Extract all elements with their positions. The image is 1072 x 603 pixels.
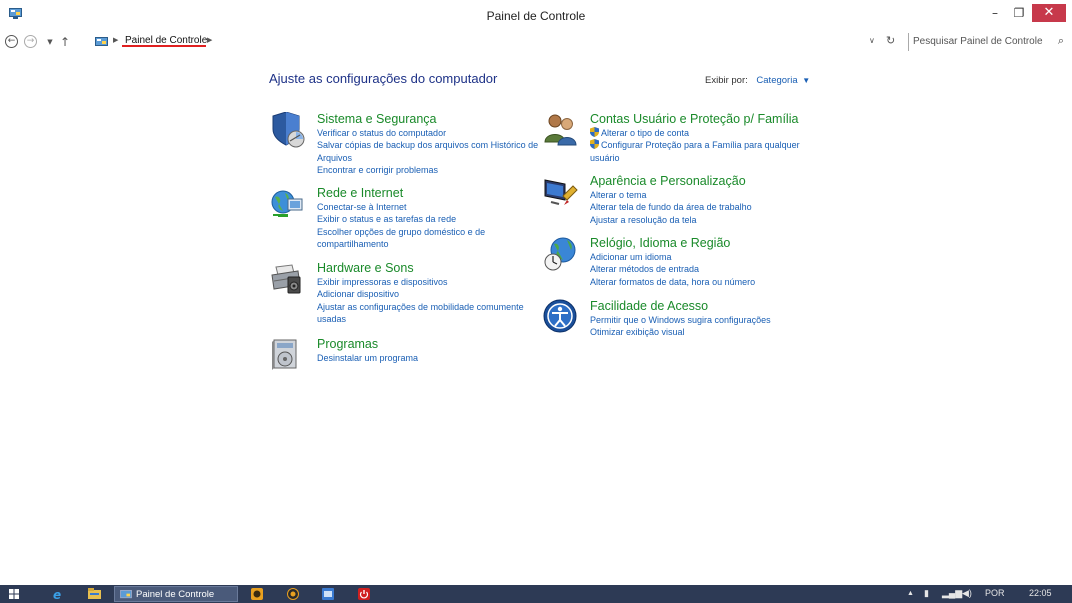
- app-icon[interactable]: [322, 588, 334, 600]
- category-title[interactable]: Relógio, Idioma e Região: [590, 236, 730, 250]
- taskbar-control-panel[interactable]: Painel de Controle: [114, 586, 238, 602]
- category-title[interactable]: Programas: [317, 337, 378, 351]
- view-by: Exibir por: Categoria ▼: [705, 75, 810, 86]
- language-indicator[interactable]: POR: [985, 588, 1005, 598]
- category-link[interactable]: Adicionar um idioma: [590, 251, 820, 263]
- title-bar: Painel de Controle – ❐ ✕: [0, 0, 1072, 28]
- back-button[interactable]: ←: [5, 35, 18, 48]
- programs-icon[interactable]: [270, 337, 306, 373]
- category-link[interactable]: Escolher opções de grupo doméstico e de …: [317, 226, 547, 251]
- category-link[interactable]: Exibir o status e as tarefas da rede: [317, 213, 547, 225]
- category-link[interactable]: Alterar formatos de data, hora ou número: [590, 276, 820, 288]
- refresh-icon[interactable]: ↻: [886, 34, 895, 47]
- category-link[interactable]: Otimizar exibição visual: [590, 326, 820, 338]
- network-globe-icon[interactable]: [270, 186, 306, 222]
- svg-text:e: e: [53, 588, 61, 600]
- chevron-right-icon[interactable]: ▶: [207, 36, 212, 44]
- search-input[interactable]: [909, 33, 1044, 49]
- minimize-button[interactable]: –: [982, 4, 1008, 22]
- category-title[interactable]: Hardware e Sons: [317, 261, 414, 275]
- category-link[interactable]: Encontrar e corrigir problemas: [317, 164, 547, 176]
- category-link-text[interactable]: Configurar Proteção para a Família para …: [590, 140, 800, 162]
- category-title[interactable]: Rede e Internet: [317, 186, 403, 200]
- media-player-icon[interactable]: [251, 588, 263, 600]
- category-link[interactable]: Conectar-se à Internet: [317, 201, 547, 213]
- category-title[interactable]: Facilidade de Acesso: [590, 299, 708, 313]
- control-panel-window: Painel de Controle – ❐ ✕ ← → ▼ ↑ ▶ Paine…: [0, 0, 1072, 585]
- up-button[interactable]: ↑: [57, 34, 73, 50]
- clock[interactable]: 22:05: [1029, 588, 1052, 598]
- recent-locations-button[interactable]: ▼: [42, 34, 58, 50]
- category-link-text[interactable]: Alterar o tipo de conta: [601, 128, 689, 138]
- control-panel-crumb-icon[interactable]: [95, 37, 108, 48]
- close-button[interactable]: ✕: [1032, 4, 1066, 22]
- category-link[interactable]: Configurar Proteção para a Família para …: [590, 139, 820, 164]
- category-link[interactable]: Ajustar as configurações de mobilidade c…: [317, 301, 547, 326]
- app-icon[interactable]: [287, 588, 299, 600]
- uac-shield-icon: [590, 139, 599, 150]
- appearance-icon[interactable]: [543, 174, 579, 210]
- category-link[interactable]: Alterar o tipo de conta: [590, 127, 820, 139]
- category-link[interactable]: Alterar o tema: [590, 189, 820, 201]
- restore-button[interactable]: ❐: [1006, 4, 1032, 22]
- power-app-icon[interactable]: [358, 588, 370, 600]
- ease-of-access-icon[interactable]: [543, 299, 579, 335]
- show-hidden-icons-icon[interactable]: ▲: [907, 590, 914, 597]
- category-link[interactable]: Salvar cópias de backup dos arquivos com…: [317, 139, 547, 164]
- search-box[interactable]: ⌕: [908, 33, 1068, 51]
- clock-globe-icon[interactable]: [543, 236, 579, 272]
- taskbar: e Painel de Controle ▲ ▮ ▂▄▆ ◀) POR 22:0…: [0, 585, 1072, 603]
- network-signal-icon[interactable]: ▂▄▆: [942, 588, 962, 599]
- shield-icon[interactable]: [270, 112, 306, 148]
- taskbar-item-label: Painel de Controle: [136, 589, 215, 600]
- users-icon[interactable]: [543, 112, 579, 148]
- forward-button[interactable]: →: [24, 35, 37, 48]
- file-explorer-icon[interactable]: [88, 588, 101, 599]
- breadcrumb-underline: [122, 45, 206, 47]
- window-title: Painel de Controle: [486, 9, 586, 23]
- chevron-down-icon[interactable]: ▼: [802, 76, 810, 85]
- battery-icon[interactable]: ▮: [924, 588, 929, 599]
- category-link[interactable]: Alterar tela de fundo da área de trabalh…: [590, 201, 820, 213]
- chevron-right-icon[interactable]: ▶: [113, 36, 118, 44]
- category-title[interactable]: Aparência e Personalização: [590, 174, 746, 188]
- category-link[interactable]: Verificar o status do computador: [317, 127, 547, 139]
- volume-icon[interactable]: ◀): [962, 588, 972, 599]
- category-link[interactable]: Alterar métodos de entrada: [590, 263, 820, 275]
- category-link[interactable]: Permitir que o Windows sugira configuraç…: [590, 314, 820, 326]
- view-by-dropdown[interactable]: Categoria: [756, 75, 797, 86]
- start-button-icon[interactable]: [9, 589, 19, 599]
- category-link[interactable]: Desinstalar um programa: [317, 352, 547, 364]
- category-link[interactable]: Exibir impressoras e dispositivos: [317, 276, 547, 288]
- internet-explorer-icon[interactable]: e: [52, 588, 64, 600]
- control-panel-icon: [120, 590, 132, 599]
- search-icon[interactable]: ⌕: [1058, 34, 1064, 48]
- uac-shield-icon: [590, 127, 599, 137]
- category-link[interactable]: Ajustar a resolução da tela: [590, 214, 820, 226]
- chevron-down-icon[interactable]: ∨: [869, 36, 875, 45]
- view-by-label: Exibir por:: [705, 75, 748, 86]
- category-link[interactable]: Adicionar dispositivo: [317, 288, 547, 300]
- page-title: Ajuste as configurações do computador: [269, 71, 498, 86]
- category-title[interactable]: Sistema e Segurança: [317, 112, 437, 126]
- category-title[interactable]: Contas Usuário e Proteção p/ Família: [590, 112, 798, 126]
- printer-speaker-icon[interactable]: [270, 261, 306, 297]
